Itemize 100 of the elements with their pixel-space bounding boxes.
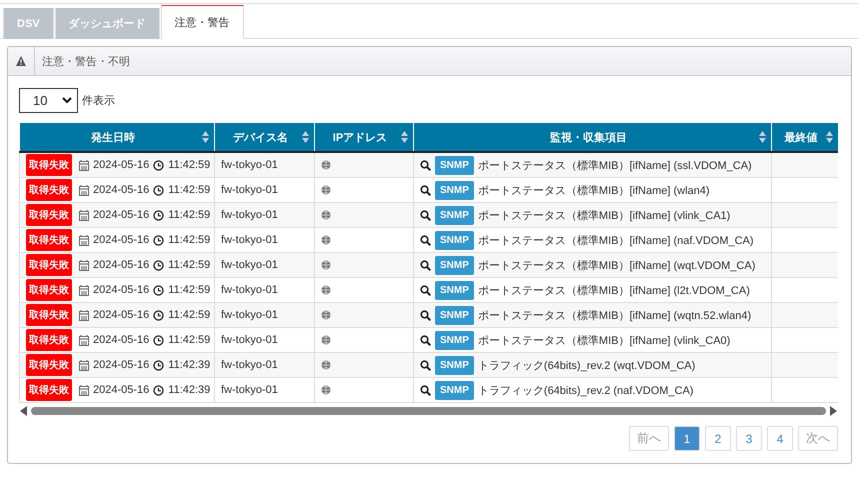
protocol-badge: SNMP xyxy=(435,156,474,174)
column-header[interactable]: 発生日時 xyxy=(20,123,214,152)
sort-icon[interactable] xyxy=(302,131,309,143)
item-text: ポートステータス（標準MIB）[ifName] (l2t.VDOM_CA) xyxy=(478,284,750,298)
sort-icon[interactable] xyxy=(759,131,766,143)
search-icon[interactable] xyxy=(420,284,431,296)
calendar-icon xyxy=(79,184,89,196)
scroll-left-icon[interactable] xyxy=(19,406,27,416)
column-header[interactable]: IPアドレス xyxy=(314,123,414,152)
calendar-icon xyxy=(79,360,89,370)
date-text: 2024-05-16 xyxy=(93,359,150,371)
globe-icon xyxy=(321,310,331,320)
item-text: ポートステータス（標準MIB）[ifName] (wlan4) xyxy=(478,184,710,198)
tab[interactable]: 注意・警告 xyxy=(160,5,244,39)
search-icon[interactable] xyxy=(420,210,431,220)
search-icon[interactable] xyxy=(420,234,431,246)
globe-icon xyxy=(321,360,331,370)
page-button[interactable]: 次へ xyxy=(798,426,838,451)
date-text: 2024-05-16 xyxy=(93,384,150,396)
protocol-badge: SNMP xyxy=(435,330,474,350)
calendar-icon xyxy=(79,160,89,170)
item-text: ポートステータス（標準MIB）[ifName] (vlink_CA1) xyxy=(478,208,730,222)
status-badge: 取得失敗 xyxy=(26,229,72,251)
status-badge: 取得失敗 xyxy=(26,379,72,401)
search-icon[interactable] xyxy=(420,334,431,346)
table-cell: fw-tokyo-01 xyxy=(214,378,314,402)
clock-icon xyxy=(153,284,164,296)
sort-icon[interactable] xyxy=(401,131,408,143)
search-icon[interactable] xyxy=(420,310,431,320)
date-text: 2024-05-16 xyxy=(93,184,150,196)
calendar-icon xyxy=(79,310,89,320)
status-badge: 取得失敗 xyxy=(26,354,72,376)
column-header[interactable]: デバイス名 xyxy=(214,123,314,152)
time-text: 11:42:39 xyxy=(168,384,210,396)
sort-icon[interactable] xyxy=(202,131,209,143)
item-text: ポートステータス（標準MIB）[ifName] (naf.VDOM_CA) xyxy=(478,234,754,248)
time-text: 11:42:59 xyxy=(168,259,210,271)
clock-icon xyxy=(153,210,164,220)
item-text: トラフィック(64bits)_rev.2 (naf.VDOM_CA) xyxy=(478,384,694,398)
calendar-icon xyxy=(79,210,89,220)
time-text: 11:42:59 xyxy=(168,309,210,321)
clock-icon xyxy=(153,160,164,170)
clock-icon xyxy=(153,260,164,270)
item-text: ポートステータス（標準MIB）[ifName] (wqt.VDOM_CA) xyxy=(478,258,756,272)
time-text: 11:42:59 xyxy=(168,184,210,196)
date-text: 2024-05-16 xyxy=(93,334,150,346)
protocol-badge: SNMP xyxy=(435,256,474,274)
protocol-badge: SNMP xyxy=(435,306,474,324)
date-text: 2024-05-16 xyxy=(93,284,150,296)
clock-icon xyxy=(153,234,164,246)
column-header[interactable]: 最終値 xyxy=(772,123,838,152)
page-button[interactable]: 1 xyxy=(674,426,700,451)
globe-icon xyxy=(321,335,331,345)
calendar-icon xyxy=(79,260,89,270)
protocol-badge: SNMP xyxy=(435,356,474,374)
time-text: 11:42:39 xyxy=(168,359,210,371)
date-text: 2024-05-16 xyxy=(93,309,150,321)
panel-title: 注意・警告・不明 xyxy=(41,54,130,68)
search-icon[interactable] xyxy=(420,184,431,196)
globe-icon xyxy=(321,260,331,270)
item-text: ポートステータス（標準MIB）[ifName] (ssl.VDOM_CA) xyxy=(478,158,752,172)
page-button[interactable]: 2 xyxy=(705,426,731,451)
status-badge: 取得失敗 xyxy=(26,204,72,226)
clock-icon xyxy=(153,384,164,396)
globe-icon xyxy=(321,235,331,245)
globe-icon xyxy=(321,185,331,195)
page-button[interactable]: 4 xyxy=(767,426,793,451)
time-text: 11:42:59 xyxy=(168,159,210,171)
page-button[interactable]: 前へ xyxy=(629,426,669,451)
protocol-badge: SNMP xyxy=(435,180,474,200)
date-text: 2024-05-16 xyxy=(93,234,150,246)
time-text: 11:42:59 xyxy=(168,334,210,346)
status-badge: 取得失敗 xyxy=(26,279,72,301)
search-icon[interactable] xyxy=(420,384,431,396)
search-icon[interactable] xyxy=(420,260,431,270)
protocol-badge: SNMP xyxy=(435,230,474,250)
globe-icon xyxy=(321,385,331,395)
status-badge: 取得失敗 xyxy=(26,179,72,201)
scroll-right-icon[interactable] xyxy=(830,406,838,416)
item-text: ポートステータス（標準MIB）[ifName] (vlink_CA0) xyxy=(478,334,730,348)
clock-icon xyxy=(153,334,164,346)
status-badge: 取得失敗 xyxy=(26,154,72,176)
page-button[interactable]: 3 xyxy=(736,426,762,451)
horizontal-scrollbar[interactable] xyxy=(19,405,838,417)
status-badge: 取得失敗 xyxy=(26,304,72,326)
chevron-icon xyxy=(62,97,72,104)
clock-icon xyxy=(153,360,164,370)
date-text: 2024-05-16 xyxy=(93,259,150,271)
column-header[interactable]: 監視・収集項目 xyxy=(414,123,772,152)
globe-icon xyxy=(321,285,331,295)
protocol-badge: SNMP xyxy=(435,380,474,400)
globe-icon xyxy=(321,160,331,170)
item-text: ポートステータス（標準MIB）[ifName] (wqtn.52.wlan4) xyxy=(478,308,752,322)
search-icon[interactable] xyxy=(420,360,431,370)
sort-icon[interactable] xyxy=(826,131,833,143)
protocol-badge: SNMP xyxy=(435,280,474,300)
search-icon[interactable] xyxy=(420,160,431,170)
clock-icon xyxy=(153,310,164,320)
protocol-badge: SNMP xyxy=(435,206,474,224)
page-size-select[interactable]: 10 xyxy=(19,88,78,113)
